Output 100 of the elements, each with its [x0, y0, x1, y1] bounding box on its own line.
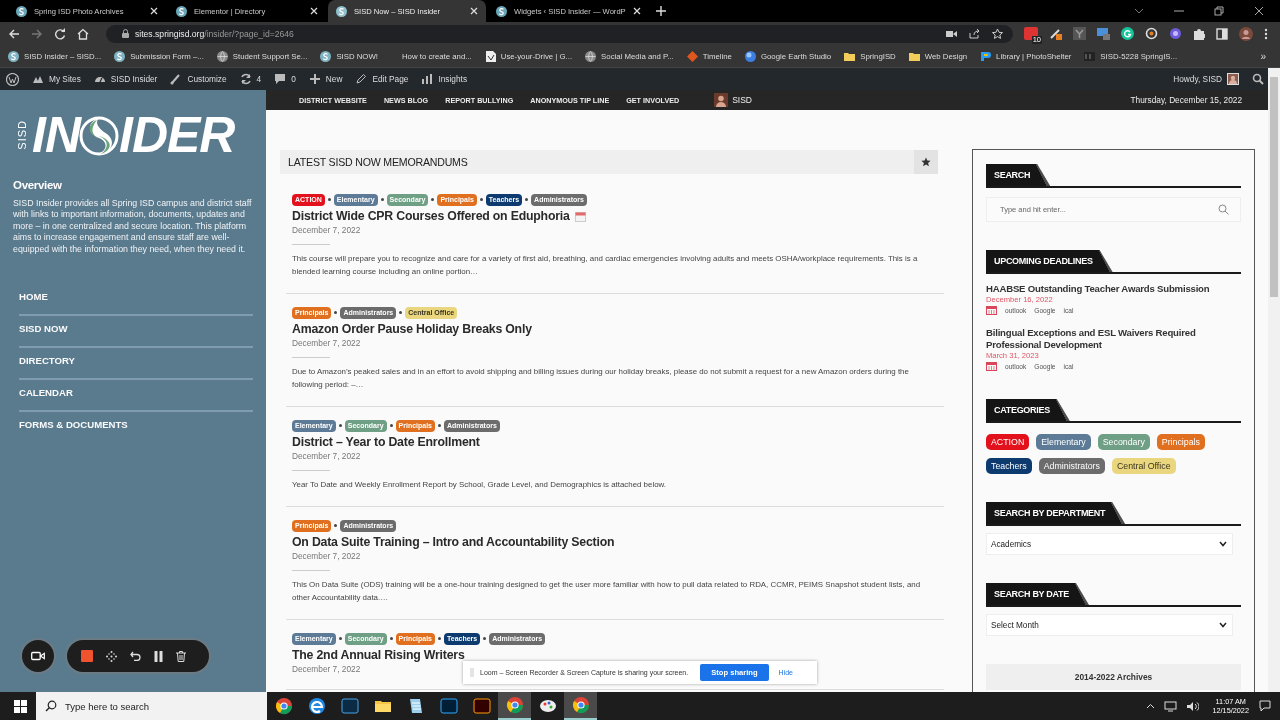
nav-link[interactable]: SISD NOW — [19, 318, 253, 349]
new-tab-icon[interactable] — [656, 6, 666, 16]
sidebar-text: SISD Insider provides all Spring ISD campus and district staff with links to important information, documents, updates and more – in one centralized and secure location. This platform aims to increase engagement and ensure staff are well-equipped with the information they need, when they need it. — [13, 198, 253, 256]
deadline-title[interactable]: Bilingual Exceptions and ESL Waivers Required Professional Development — [986, 327, 1241, 351]
admin-bar-item[interactable]: Edit Page — [355, 73, 409, 85]
post-title[interactable]: On Data Suite Training – Intro and Accountability Section — [292, 534, 615, 551]
updates-icon — [239, 73, 252, 85]
bar-chart-icon — [421, 73, 434, 85]
widget-heading: CATEGORIES — [986, 399, 1070, 421]
calendar-icon — [986, 305, 997, 315]
folder-icon — [844, 50, 856, 62]
widget-heading: UPCOMING DEADLINES — [986, 250, 1113, 272]
admin-bar-item[interactable]: 4 — [239, 73, 262, 85]
admin-bar-item[interactable]: My Sites — [32, 73, 81, 85]
site-icon — [686, 50, 698, 62]
calendar-icon — [986, 361, 997, 371]
windows-icon[interactable] — [14, 699, 27, 713]
notification-icon[interactable] — [1259, 700, 1271, 712]
logo-text: IN — [32, 112, 80, 158]
restore-icon[interactable] — [1214, 6, 1224, 16]
logo-text: IDER — [119, 112, 235, 158]
close-icon[interactable] — [1254, 6, 1264, 16]
wordpress-icon[interactable] — [6, 72, 19, 86]
trash-icon[interactable] — [176, 650, 186, 662]
archives-button[interactable]: 2014-2022 Archives — [986, 664, 1241, 690]
nav-link[interactable]: CALENDAR — [19, 382, 253, 413]
account-menu[interactable]: Howdy, SISD — [1173, 73, 1239, 85]
site-icon — [484, 50, 496, 62]
admin-bar-item[interactable]: Insights — [421, 73, 468, 85]
admin-bar-item[interactable]: New — [308, 73, 343, 85]
widget-heading: SEARCH — [986, 164, 1051, 186]
category-tag[interactable]: ACTION — [986, 434, 1030, 450]
side-panel-icon[interactable] — [1216, 27, 1228, 40]
widget-heading: SEARCH BY DEPARTMENT — [986, 502, 1126, 524]
forward-icon — [31, 27, 43, 40]
brush-icon — [170, 73, 183, 85]
menu-icon[interactable] — [1264, 27, 1268, 40]
camera-icon[interactable] — [946, 29, 957, 38]
speaker-icon[interactable] — [1186, 700, 1200, 712]
grid-icon[interactable] — [106, 650, 117, 662]
user-link[interactable]: SISD — [714, 93, 752, 107]
admin-bar-item[interactable]: 0 — [274, 73, 296, 85]
lock-icon — [122, 29, 129, 38]
category-tag[interactable]: Teachers — [986, 458, 1032, 474]
reload-icon[interactable] — [54, 27, 66, 40]
widget-heading: SEARCH BY DATE — [986, 583, 1089, 605]
site-icon — [114, 50, 126, 62]
post-title[interactable]: The 2nd Annual Rising Writers — [292, 647, 465, 664]
date-text: Thursday, December 15, 2022 — [1130, 95, 1242, 105]
app-icon — [571, 696, 590, 714]
scrollbar[interactable] — [1268, 68, 1280, 692]
extension-icon[interactable] — [1145, 27, 1158, 40]
admin-bar-item[interactable]: SISD Insider — [93, 73, 158, 85]
search-icon[interactable] — [1252, 73, 1264, 85]
pencil-icon — [355, 73, 368, 85]
sidebar-heading: Overview — [13, 179, 63, 191]
nav-link[interactable]: FORMS & DOCUMENTS — [19, 414, 253, 445]
extension-icon[interactable] — [1049, 27, 1062, 40]
deadline-title[interactable]: HAABSE Outstanding Teacher Awards Submission — [986, 283, 1241, 295]
chevron-down-icon[interactable] — [1134, 6, 1144, 16]
app-icon — [505, 696, 524, 714]
chevron-up-icon[interactable] — [1146, 703, 1156, 709]
post-date: December 7, 2022 — [292, 664, 361, 674]
pause-icon[interactable] — [154, 650, 163, 662]
category-tag[interactable]: Elementary — [1036, 434, 1091, 450]
share-icon[interactable] — [969, 28, 980, 39]
post-date: December 7, 2022 — [292, 451, 361, 461]
category-tag[interactable]: Administrators — [1038, 458, 1105, 474]
admin-bar-item[interactable]: Customize — [170, 73, 227, 85]
network-icon[interactable] — [1164, 700, 1178, 712]
extension-icon[interactable] — [1169, 27, 1182, 40]
chevron-down-icon — [1219, 541, 1227, 547]
nav-link[interactable]: DIRECTORY — [19, 350, 253, 381]
scrollbar-thumb[interactable] — [1270, 77, 1278, 297]
star-icon[interactable] — [992, 28, 1003, 39]
star-button[interactable] — [914, 150, 938, 174]
extension-icon[interactable] — [1121, 27, 1134, 40]
post-date: December 7, 2022 — [292, 338, 361, 348]
address-field[interactable]: sites.springisd.org/insider/?page_id=2646 — [106, 24, 1013, 43]
post-title[interactable]: District Wide CPR Courses Offered on Eduphoria — [292, 208, 570, 225]
app-icon — [274, 697, 293, 715]
site-icon — [16, 5, 27, 17]
avatar-icon[interactable] — [1239, 26, 1253, 41]
category-tag[interactable]: Central Office — [1111, 458, 1176, 474]
puzzle-icon[interactable] — [1193, 27, 1205, 40]
plus-icon — [308, 73, 321, 85]
undo-icon[interactable] — [130, 651, 141, 661]
site-icon — [496, 5, 507, 17]
section-title: LATEST SISD NOW MEMORANDUMS — [287, 156, 469, 168]
post-title[interactable]: Amazon Order Pause Holiday Breaks Only — [292, 321, 532, 338]
dropdown-field[interactable]: Select Month — [986, 614, 1233, 636]
post-title[interactable]: District – Year to Date Enrollment — [292, 434, 480, 451]
home-icon[interactable] — [77, 27, 89, 40]
dropdown-field[interactable]: Academics — [986, 533, 1233, 555]
taskbar-search-field[interactable]: Type here to search — [36, 692, 267, 720]
more-bookmarks-button[interactable]: » — [1260, 50, 1272, 62]
nav-link[interactable]: HOME — [19, 286, 253, 317]
back-icon[interactable] — [8, 27, 20, 40]
site-icon — [980, 50, 992, 62]
chevron-down-icon — [1219, 622, 1227, 628]
